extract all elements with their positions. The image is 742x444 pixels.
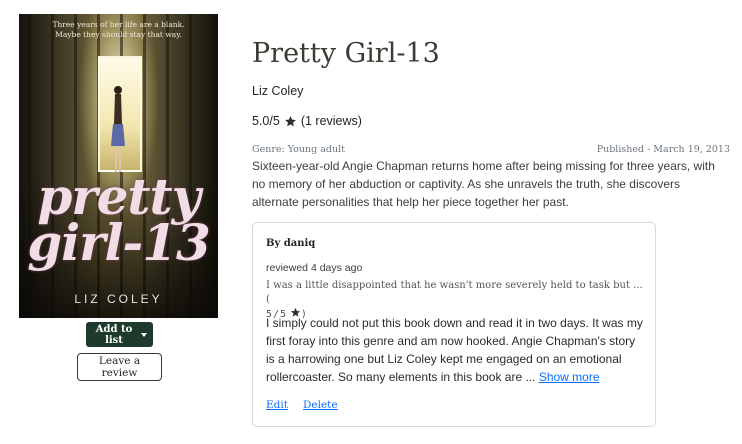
caret-down-icon [141,332,147,337]
book-genre: Genre: Young adult [252,144,345,155]
add-to-list-button[interactable]: Add to list [86,322,153,347]
edit-review-link[interactable]: Edit [266,399,288,411]
cover-author: LIZ COLEY [74,292,163,306]
delete-review-link[interactable]: Delete [303,399,338,411]
rating-value: 5.0/5 [252,114,280,128]
review-author: By daniq [266,238,316,249]
star-icon [284,115,296,126]
cover-title: pretty girl-13 [27,167,211,272]
book-description: Sixteen-year-old Angie Chapman returns h… [252,159,715,209]
cover-tagline: Three years of her life are a blank. May… [52,20,185,39]
review-card: By daniq reviewed 4 days ago I was a lit… [252,222,656,427]
add-to-list-label: Add to list [95,323,133,346]
review-body: I simply could not put this book down an… [266,316,643,384]
book-cover: Three years of her life are a blank. May… [19,14,218,318]
book-author: Liz Coley [252,84,304,98]
show-more-link[interactable]: Show more [539,370,600,384]
review-date: reviewed 4 days ago [266,262,363,274]
book-title: Pretty Girl-13 [252,38,440,69]
cover-girl-figure [111,86,125,172]
review-count: (1 reviews) [300,114,362,128]
leave-review-button[interactable]: Leave a review [77,353,162,381]
publish-date: Published - March 19, 2013 [596,144,730,155]
book-rating: 5.0/5 (1 reviews) [252,114,362,128]
review-actions: Edit Delete [266,399,338,411]
